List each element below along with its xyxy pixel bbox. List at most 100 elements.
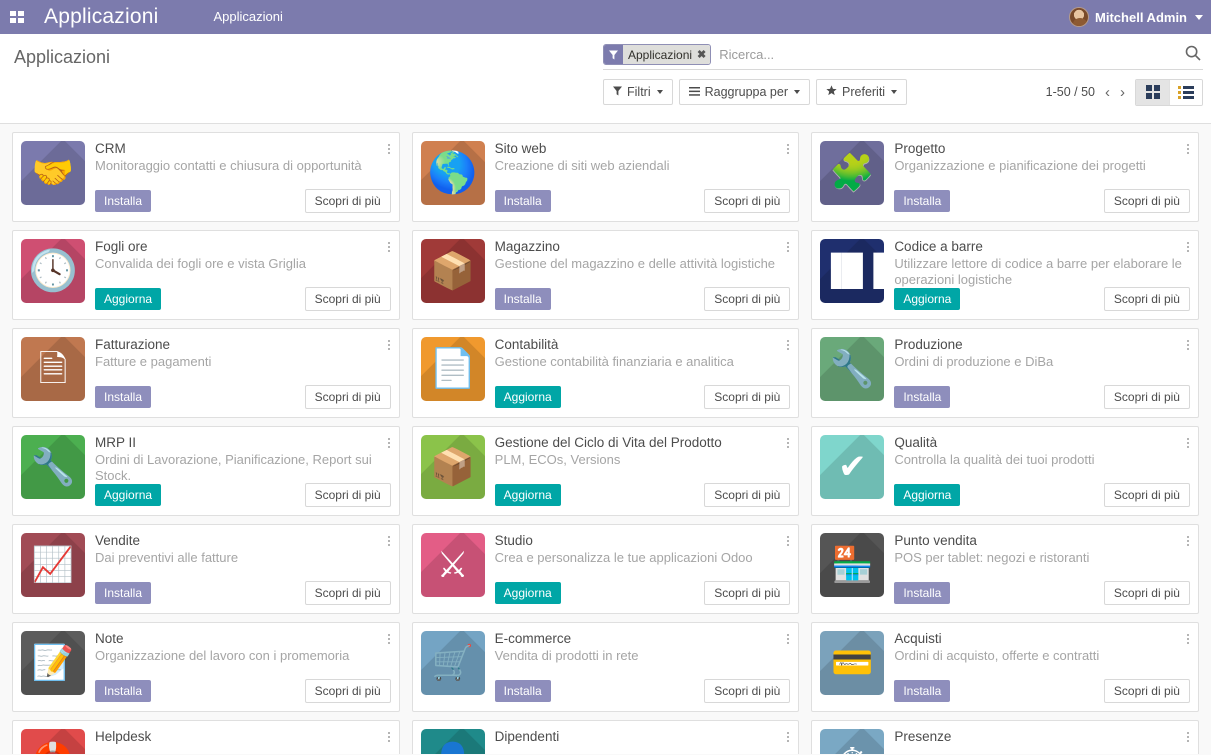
kebab-menu-icon[interactable] xyxy=(784,238,792,256)
upgrade-button[interactable]: Aggiorna xyxy=(495,582,561,604)
install-button[interactable]: Installa xyxy=(894,680,950,702)
app-card[interactable]: 🌎Sito webCreazione di siti web aziendali… xyxy=(412,132,800,222)
install-button[interactable]: Installa xyxy=(495,680,551,702)
kebab-menu-icon[interactable] xyxy=(784,532,792,550)
app-name: Note xyxy=(95,631,391,647)
kebab-menu-icon[interactable] xyxy=(1184,728,1192,746)
favorites-dropdown[interactable]: Preferiti xyxy=(816,79,907,105)
app-card[interactable]: 🔧MRP IIOrdini di Lavorazione, Pianificaz… xyxy=(12,426,400,516)
learn-more-button[interactable]: Scopri di più xyxy=(305,385,391,409)
close-icon[interactable]: ✖ xyxy=(697,48,706,61)
learn-more-button[interactable]: Scopri di più xyxy=(1104,189,1190,213)
app-card-actions: Installa Scopri di più xyxy=(495,287,791,311)
app-card[interactable]: ✔QualitàControlla la qualità dei tuoi pr… xyxy=(811,426,1199,516)
pager-next-button[interactable]: › xyxy=(1120,85,1125,100)
install-button[interactable]: Installa xyxy=(95,582,151,604)
app-card[interactable]: 🧩ProgettoOrganizzazione e pianificazione… xyxy=(811,132,1199,222)
install-button[interactable]: Installa xyxy=(95,190,151,212)
kebab-menu-icon[interactable] xyxy=(784,336,792,354)
install-button[interactable]: Installa xyxy=(95,680,151,702)
control-panel-buttons: Filtri Raggruppa per Preferiti xyxy=(603,79,1203,105)
app-card[interactable]: 🛟Helpdesk xyxy=(12,720,400,754)
learn-more-button[interactable]: Scopri di più xyxy=(1104,483,1190,507)
learn-more-button[interactable]: Scopri di più xyxy=(305,483,391,507)
learn-more-button[interactable]: Scopri di più xyxy=(305,287,391,311)
kebab-menu-icon[interactable] xyxy=(784,630,792,648)
learn-more-button[interactable]: Scopri di più xyxy=(1104,287,1190,311)
filters-dropdown[interactable]: Filtri xyxy=(603,79,673,105)
kanban-view-button[interactable] xyxy=(1136,80,1169,105)
app-card[interactable]: 💳AcquistiOrdini di acquisto, offerte e c… xyxy=(811,622,1199,712)
upgrade-button[interactable]: Aggiorna xyxy=(894,288,960,310)
app-card[interactable]: ⚔StudioCrea e personalizza le tue applic… xyxy=(412,524,800,614)
kebab-menu-icon[interactable] xyxy=(1184,140,1192,158)
kebab-menu-icon[interactable] xyxy=(1184,238,1192,256)
learn-more-button[interactable]: Scopri di più xyxy=(305,679,391,703)
install-button[interactable]: Installa xyxy=(495,288,551,310)
upgrade-button[interactable]: Aggiorna xyxy=(894,484,960,506)
kebab-menu-icon[interactable] xyxy=(1184,532,1192,550)
kebab-menu-icon[interactable] xyxy=(784,434,792,452)
learn-more-button[interactable]: Scopri di più xyxy=(1104,679,1190,703)
list-view-button[interactable] xyxy=(1169,80,1202,105)
learn-more-button[interactable]: Scopri di più xyxy=(704,189,790,213)
install-button[interactable]: Installa xyxy=(495,190,551,212)
upgrade-button[interactable]: Aggiorna xyxy=(495,484,561,506)
install-button[interactable]: Installa xyxy=(894,582,950,604)
search-input[interactable] xyxy=(715,47,1179,62)
app-card[interactable]: 🔧ProduzioneOrdini di produzione e DiBaIn… xyxy=(811,328,1199,418)
kebab-menu-icon[interactable] xyxy=(385,532,393,550)
kebab-menu-icon[interactable] xyxy=(1184,434,1192,452)
kebab-menu-icon[interactable] xyxy=(1184,336,1192,354)
learn-more-button[interactable]: Scopri di più xyxy=(1104,581,1190,605)
app-card[interactable]: 🏪Punto venditaPOS per tablet: negozi e r… xyxy=(811,524,1199,614)
brand-title[interactable]: Applicazioni xyxy=(44,0,158,34)
app-card[interactable]: 📦MagazzinoGestione del magazzino e delle… xyxy=(412,230,800,320)
kebab-menu-icon[interactable] xyxy=(784,728,792,746)
kebab-menu-icon[interactable] xyxy=(1184,630,1192,648)
nav-menu-applicazioni[interactable]: Applicazioni xyxy=(213,0,282,34)
kebab-menu-icon[interactable] xyxy=(385,728,393,746)
app-card[interactable]: 📝NoteOrganizzazione del lavoro con i pro… xyxy=(12,622,400,712)
kebab-menu-icon[interactable] xyxy=(385,140,393,158)
search-bar[interactable]: Applicazioni ✖ xyxy=(603,42,1203,70)
upgrade-button[interactable]: Aggiorna xyxy=(495,386,561,408)
upgrade-button[interactable]: Aggiorna xyxy=(95,484,161,506)
kebab-menu-icon[interactable] xyxy=(385,238,393,256)
app-card[interactable]: 🛒E-commerceVendita di prodotti in reteIn… xyxy=(412,622,800,712)
install-button[interactable]: Installa xyxy=(894,386,950,408)
search-icon[interactable] xyxy=(1179,45,1203,65)
learn-more-button[interactable]: Scopri di più xyxy=(704,287,790,311)
app-card[interactable]: 📦Gestione del Ciclo di Vita del Prodotto… xyxy=(412,426,800,516)
search-facet-applicazioni[interactable]: Applicazioni ✖ xyxy=(603,44,711,65)
app-card[interactable]: 📈VenditeDai preventivi alle fattureInsta… xyxy=(12,524,400,614)
learn-more-button[interactable]: Scopri di più xyxy=(704,679,790,703)
app-card[interactable]: ⏱Presenze xyxy=(811,720,1199,754)
pager-count: 1-50 / 50 xyxy=(1046,85,1095,99)
learn-more-button[interactable]: Scopri di più xyxy=(704,385,790,409)
kebab-menu-icon[interactable] xyxy=(385,336,393,354)
app-card[interactable]: 🕓Fogli oreConvalida dei fogli ore e vist… xyxy=(12,230,400,320)
user-menu[interactable]: Mitchell Admin xyxy=(1069,0,1203,34)
learn-more-button[interactable]: Scopri di più xyxy=(704,581,790,605)
app-card[interactable]: 🗎FatturazioneFatture e pagamentiInstalla… xyxy=(12,328,400,418)
learn-more-button[interactable]: Scopri di più xyxy=(305,189,391,213)
apps-grid-icon[interactable] xyxy=(0,0,34,34)
pager-prev-button[interactable]: ‹ xyxy=(1105,85,1110,100)
learn-more-button[interactable]: Scopri di più xyxy=(1104,385,1190,409)
groupby-dropdown[interactable]: Raggruppa per xyxy=(679,79,810,105)
upgrade-button[interactable]: Aggiorna xyxy=(95,288,161,310)
kebab-menu-icon[interactable] xyxy=(784,140,792,158)
install-button[interactable]: Installa xyxy=(894,190,950,212)
app-card[interactable]: 📄ContabilitàGestione contabilità finanzi… xyxy=(412,328,800,418)
kebab-menu-icon[interactable] xyxy=(385,434,393,452)
learn-more-button[interactable]: Scopri di più xyxy=(305,581,391,605)
app-card[interactable]: ▐█▐Codice a barreUtilizzare lettore di c… xyxy=(811,230,1199,320)
learn-more-button[interactable]: Scopri di più xyxy=(704,483,790,507)
app-card[interactable]: 🤝CRMMonitoraggio contatti e chiusura di … xyxy=(12,132,400,222)
kebab-menu-icon[interactable] xyxy=(385,630,393,648)
app-name: Punto vendita xyxy=(894,533,1190,549)
app-card-body: NoteOrganizzazione del lavoro con i prom… xyxy=(95,631,391,703)
install-button[interactable]: Installa xyxy=(95,386,151,408)
app-card[interactable]: 👤Dipendenti xyxy=(412,720,800,754)
